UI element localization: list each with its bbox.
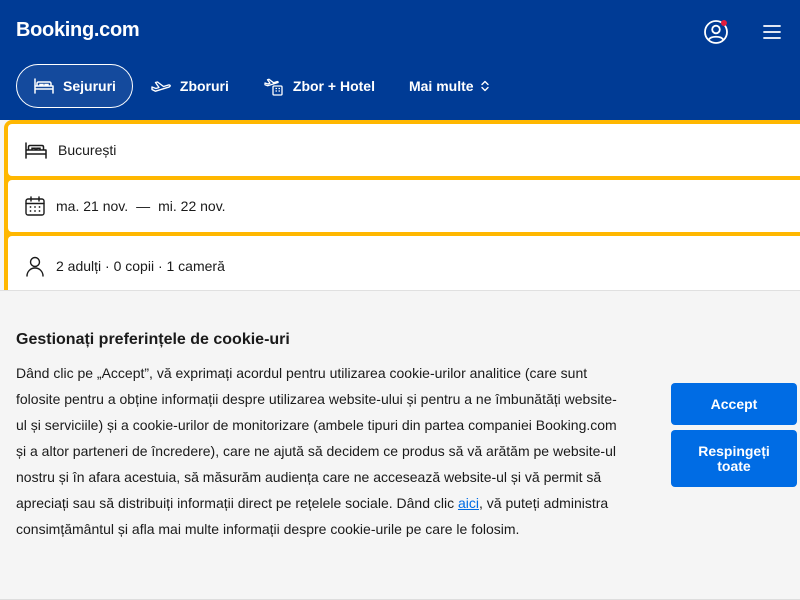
tab-stays[interactable]: Sejururi [16, 64, 133, 108]
checkin-date: ma. 21 nov. [56, 198, 129, 214]
tab-more-label: Mai multe [408, 78, 474, 94]
chevron-updown-icon [480, 80, 489, 92]
tab-flights[interactable]: Zboruri [133, 64, 246, 108]
bed-icon [25, 142, 47, 159]
date-separator: — [136, 198, 151, 214]
tab-flight-hotel[interactable]: Zbor + Hotel [246, 64, 392, 108]
cookie-settings-link[interactable]: aici [458, 495, 479, 511]
cookie-description: Dând clic pe „Accept”, vă exprimați acor… [16, 360, 624, 542]
cookie-banner: Gestionați preferințele de cookie-uri Dâ… [0, 290, 800, 600]
cookie-title: Gestionați preferințele de cookie-uri [16, 331, 290, 348]
person-icon [26, 256, 44, 277]
product-nav: Sejururi Zboruri Zbor + Hotel Mai multe [16, 64, 507, 108]
account-button[interactable] [703, 19, 729, 45]
reject-all-button[interactable]: Respingeți toate [671, 430, 797, 487]
cookie-text-part-1: Dând clic pe „Accept”, vă exprimați acor… [16, 365, 617, 511]
notification-dot [721, 20, 727, 26]
site-header: Booking.com Sejururi Zboruri Zbor + Hote… [0, 0, 800, 120]
occupancy-field[interactable]: 2 adulți · 0 copii · 1 cameră [8, 236, 800, 296]
hamburger-menu-icon [763, 25, 781, 39]
tab-flight-hotel-label: Zbor + Hotel [292, 78, 375, 94]
calendar-icon [25, 196, 45, 216]
destination-field[interactable]: București [8, 124, 800, 176]
accept-button[interactable]: Accept [671, 383, 797, 425]
tab-flights-label: Zboruri [179, 78, 229, 94]
plane-hotel-icon [264, 78, 283, 96]
date-field[interactable]: ma. 21 nov. — mi. 22 nov. [8, 180, 800, 232]
tab-stays-label: Sejururi [63, 78, 116, 94]
tab-more[interactable]: Mai multe [392, 64, 507, 108]
occupancy-value: 2 adulți · 0 copii · 1 cameră [56, 258, 225, 274]
destination-value: București [58, 142, 117, 158]
checkout-date: mi. 22 nov. [158, 198, 226, 214]
menu-button[interactable] [760, 20, 784, 44]
booking-logo[interactable]: Booking.com [16, 19, 140, 42]
bed-icon [34, 78, 54, 94]
plane-icon [151, 81, 171, 92]
